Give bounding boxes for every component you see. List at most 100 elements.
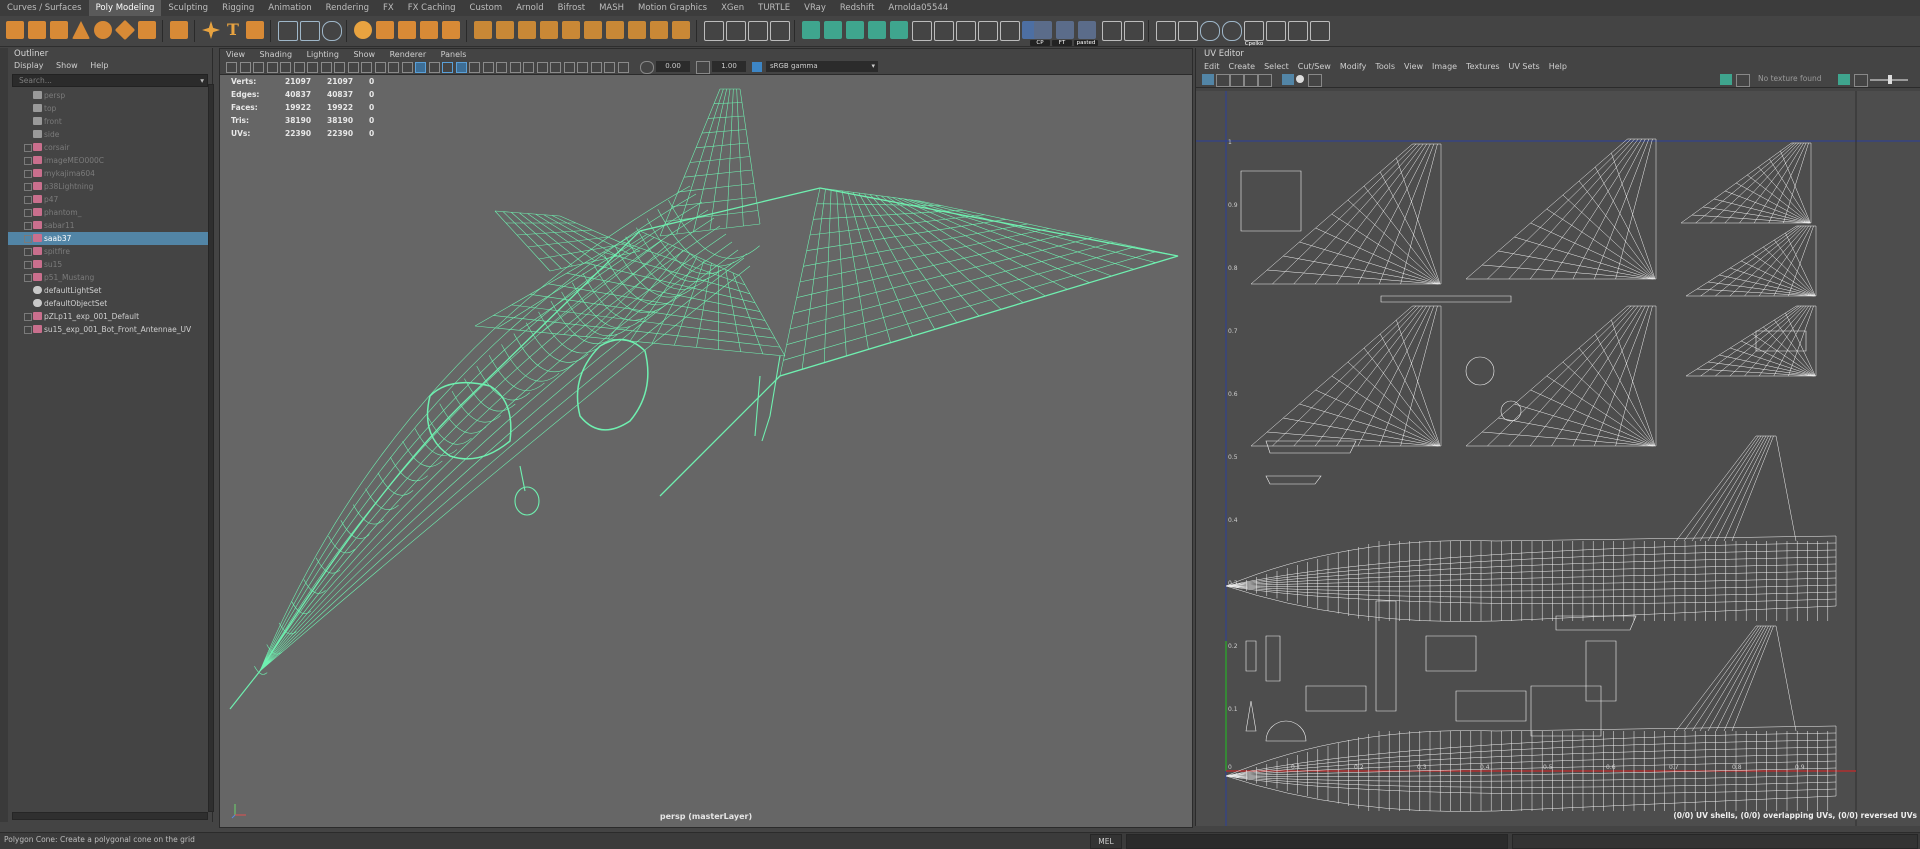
shelf-tab-xgen[interactable]: XGen: [714, 0, 751, 16]
expand-toggle-icon[interactable]: [24, 313, 32, 321]
outliner-item[interactable]: sabar11: [8, 219, 212, 232]
shelf-tab-poly-modeling[interactable]: Poly Modeling: [88, 0, 162, 16]
uv-automatic-icon[interactable]: [868, 21, 886, 39]
poly-sphere-icon[interactable]: [6, 21, 24, 39]
uv-planar-icon[interactable]: [802, 21, 820, 39]
exposure-icon[interactable]: [640, 61, 654, 74]
uv-menu-image[interactable]: Image: [1432, 62, 1457, 71]
uv-checker-toggle-icon[interactable]: [1736, 74, 1750, 87]
expand-toggle-icon[interactable]: [24, 209, 32, 217]
film-gate-icon[interactable]: [334, 62, 345, 73]
outliner-item[interactable]: mykajima604: [8, 167, 212, 180]
uv-grid-toggle-icon[interactable]: [1258, 74, 1272, 87]
outliner-item[interactable]: p47: [8, 193, 212, 206]
viewport-menu-lighting[interactable]: Lighting: [307, 50, 339, 59]
target-weld-icon[interactable]: [770, 21, 790, 41]
uv-cut-icon[interactable]: [934, 21, 954, 41]
gamma-icon[interactable]: [696, 61, 710, 74]
shelf-script-pasted-icon[interactable]: [1078, 21, 1096, 39]
outliner-item[interactable]: top: [8, 102, 212, 115]
default-material-icon[interactable]: [442, 62, 453, 73]
resolution-gate-icon[interactable]: [347, 62, 359, 73]
camera-attributes-icon[interactable]: [253, 62, 264, 73]
expand-toggle-icon[interactable]: [24, 222, 32, 230]
expand-toggle-icon[interactable]: [24, 196, 32, 204]
uv-menu-cut-sew[interactable]: Cut/Sew: [1298, 62, 1331, 71]
misc-tool-icon[interactable]: [1288, 21, 1308, 41]
shelf-tab-redshift[interactable]: Redshift: [833, 0, 882, 16]
uv-shaded-icon[interactable]: [1282, 74, 1294, 85]
outliner-item[interactable]: defaultLightSet: [8, 284, 212, 297]
uv-cylindrical-icon[interactable]: [824, 21, 842, 39]
fill-hole-icon[interactable]: [562, 21, 580, 39]
gamma-field[interactable]: 1.00: [712, 61, 746, 72]
uv-select-icon[interactable]: [1202, 74, 1214, 85]
outliner-item[interactable]: spitfire: [8, 245, 212, 258]
ambient-occlusion-icon[interactable]: [509, 62, 521, 73]
separate-icon[interactable]: [376, 21, 394, 39]
outliner-item[interactable]: front: [8, 115, 212, 128]
image-plane-icon[interactable]: [280, 62, 291, 73]
search-dropdown-icon[interactable]: ▾: [200, 75, 204, 86]
shelf-tab-vray[interactable]: VRay: [797, 0, 833, 16]
poly-cylinder-icon[interactable]: [50, 21, 68, 39]
safe-title-icon[interactable]: [401, 62, 413, 73]
poke-icon[interactable]: [650, 21, 668, 39]
mirror-icon[interactable]: [442, 21, 460, 39]
motion-blur-icon[interactable]: [523, 62, 534, 73]
expand-toggle-icon[interactable]: [24, 235, 32, 243]
hud-toggle-icon[interactable]: [617, 62, 629, 73]
colorspace-select[interactable]: sRGB gamma ▾: [766, 61, 878, 72]
uv-sew-icon[interactable]: [956, 21, 976, 41]
shelf-tab-custom[interactable]: Custom: [463, 0, 510, 16]
offset-edge-loop-icon[interactable]: [748, 21, 768, 41]
uv-menu-modify[interactable]: Modify: [1340, 62, 1367, 71]
uv-exposure-icon[interactable]: [1838, 74, 1850, 85]
uv-dim-slider-handle[interactable]: [1888, 75, 1892, 84]
outliner-item[interactable]: pZLp11_exp_001_Default: [8, 310, 212, 323]
expand-toggle-icon[interactable]: [24, 326, 32, 334]
select-camera-icon[interactable]: [226, 62, 237, 73]
safe-action-icon[interactable]: [388, 62, 399, 73]
script-language-button[interactable]: MEL: [1090, 834, 1122, 849]
grid-icon[interactable]: [320, 62, 332, 73]
uv-rotate-icon[interactable]: [1230, 74, 1244, 87]
viewport-menu-panels[interactable]: Panels: [441, 50, 467, 59]
wireframe-on-shaded-icon[interactable]: [455, 62, 467, 73]
outliner-item[interactable]: su15: [8, 258, 212, 271]
bevel-icon[interactable]: [518, 21, 536, 39]
outliner-item[interactable]: imageMEO000C: [8, 154, 212, 167]
expand-toggle-icon[interactable]: [24, 248, 32, 256]
shelf-tab-animation[interactable]: Animation: [261, 0, 318, 16]
color-management-icon[interactable]: [752, 62, 762, 72]
shelf-script-ft-icon[interactable]: [1056, 21, 1074, 39]
sphere-wire-icon[interactable]: [278, 21, 298, 41]
uv-menu-help[interactable]: Help: [1549, 62, 1567, 71]
uv-menu-view[interactable]: View: [1404, 62, 1423, 71]
grease-pencil-icon[interactable]: [307, 62, 318, 73]
lock-camera-icon[interactable]: [239, 62, 251, 73]
outliner-item[interactable]: p38Lightning: [8, 180, 212, 193]
poly-cone-icon[interactable]: [72, 21, 90, 39]
poly-disc-icon[interactable]: [138, 21, 156, 39]
text-tool-icon[interactable]: T: [224, 21, 242, 39]
isolate-select-icon[interactable]: [550, 62, 561, 73]
poly-cube-icon[interactable]: [28, 21, 46, 39]
uv-dot-icon[interactable]: [1296, 75, 1304, 83]
outliner-menu-display[interactable]: Display: [14, 61, 44, 70]
uv-menu-select[interactable]: Select: [1264, 62, 1289, 71]
lights-icon[interactable]: [482, 62, 494, 73]
smooth-shade-icon[interactable]: [428, 62, 440, 73]
uv-snapshot-icon-2[interactable]: [1308, 74, 1322, 87]
insert-edge-loop-icon[interactable]: [726, 21, 746, 41]
2d-pan-zoom-icon[interactable]: [293, 62, 305, 73]
uv-layout-icon[interactable]: [978, 21, 998, 41]
curve-tool-icon[interactable]: [1156, 21, 1176, 41]
super-shape-icon[interactable]: [202, 21, 220, 39]
combine-icon[interactable]: [354, 21, 372, 39]
shelf-tab-fx[interactable]: FX: [376, 0, 401, 16]
shelf-tab-curves-surfaces[interactable]: Curves / Surfaces: [0, 0, 89, 16]
expand-toggle-icon[interactable]: [24, 183, 32, 191]
multi-cut-icon[interactable]: [704, 21, 724, 41]
outliner-item[interactable]: side: [8, 128, 212, 141]
